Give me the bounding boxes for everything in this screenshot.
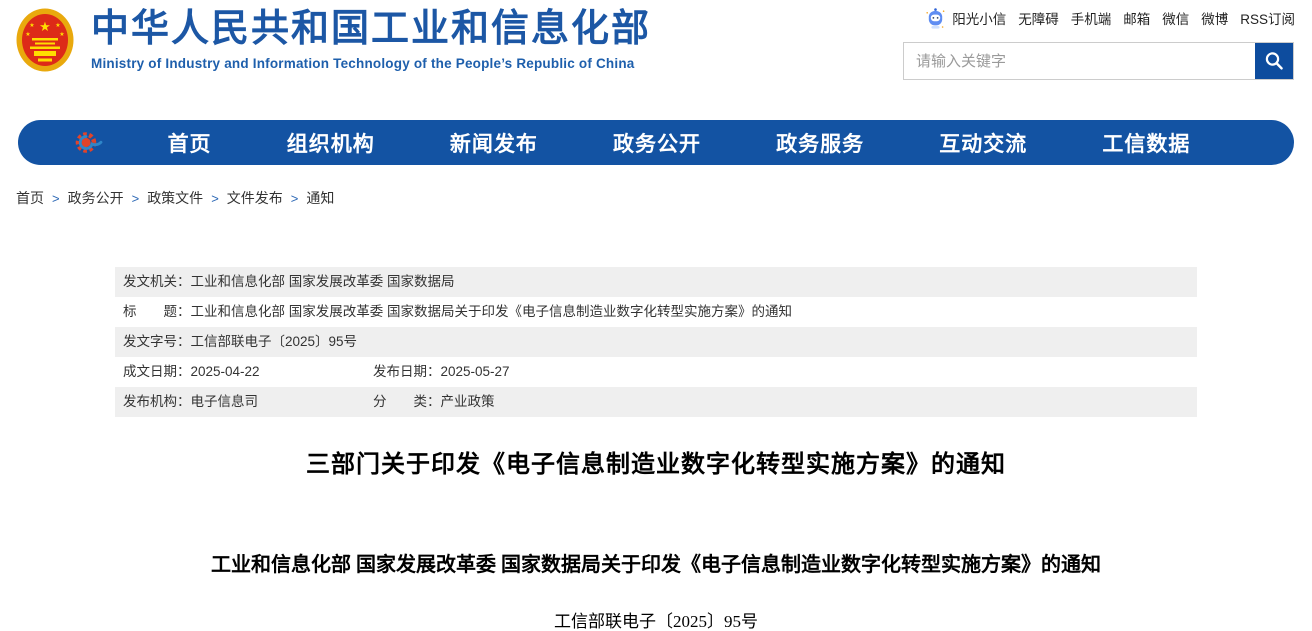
breadcrumb-item-policy-files[interactable]: 政策文件 xyxy=(147,188,203,208)
svg-text:★: ★ xyxy=(39,19,51,34)
quick-link-wechat[interactable]: 微信 xyxy=(1162,8,1189,28)
nav-items: 首页 组织机构 新闻发布 政务公开 政务服务 互动交流 工信数据 xyxy=(130,128,1228,158)
nav-item-home[interactable]: 首页 xyxy=(168,128,212,158)
quick-link-weibo[interactable]: 微博 xyxy=(1201,8,1228,28)
meta-value: 工信部联电子〔2025〕95号 xyxy=(191,327,358,357)
nav-item-miit-data[interactable]: 工信数据 xyxy=(1102,128,1190,158)
meta-label: 发文字号： xyxy=(123,327,191,357)
nav-item-gov-open[interactable]: 政务公开 xyxy=(613,128,701,158)
quick-link-yangguang-xiaoxin[interactable]: 阳光小信 xyxy=(952,8,1006,28)
meta-row-issuing-agency: 发文机关：工业和信息化部 国家发展改革委 国家数据局 xyxy=(115,267,1197,297)
breadcrumb-item-home[interactable]: 首页 xyxy=(16,188,44,208)
quick-link-accessibility[interactable]: 无障碍 xyxy=(1018,8,1059,28)
mascot-icon[interactable] xyxy=(925,7,946,30)
article-doc-number: 工信部联电子〔2025〕95号 xyxy=(0,607,1312,631)
meta-row-publisher-category: 发布机构：电子信息司 分 类：产业政策 xyxy=(115,387,1197,417)
meta-cell: 发布机构：电子信息司 xyxy=(123,387,373,417)
meta-value: 工业和信息化部 国家发展改革委 国家数据局关于印发《电子信息制造业数字化转型实施… xyxy=(191,297,793,327)
meta-label: 标 题： xyxy=(123,297,191,327)
page: ★ ★ ★ ★ ★ 中华人民共和国工业和信息化部 Ministry of Ind… xyxy=(0,0,1312,631)
meta-cell: 发布日期：2025-05-27 xyxy=(373,357,510,387)
svg-text:★: ★ xyxy=(55,22,60,29)
svg-text:★: ★ xyxy=(59,31,64,38)
meta-cell: 成文日期：2025-04-22 xyxy=(123,357,373,387)
nav-item-interaction[interactable]: 互动交流 xyxy=(939,128,1027,158)
nav-item-gov-services[interactable]: 政务服务 xyxy=(776,128,864,158)
site-titles: 中华人民共和国工业和信息化部 Ministry of Industry and … xyxy=(91,8,651,71)
document-meta-table: 发文机关：工业和信息化部 国家发展改革委 国家数据局 标 题：工业和信息化部 国… xyxy=(115,267,1197,417)
search-icon xyxy=(1263,50,1285,72)
svg-text:★: ★ xyxy=(29,22,34,29)
nav-item-news[interactable]: 新闻发布 xyxy=(450,128,538,158)
meta-cell: 分 类：产业政策 xyxy=(373,387,495,417)
breadcrumb-item-notice-current: 通知 xyxy=(306,188,334,208)
breadcrumb-item-file-release[interactable]: 文件发布 xyxy=(227,188,283,208)
svg-text:★: ★ xyxy=(25,31,30,38)
quick-links: 阳光小信 无障碍 手机端 邮箱 微信 微博 RSS订阅 xyxy=(925,7,1295,29)
breadcrumb: 首页 > 政务公开 > 政策文件 > 文件发布 > 通知 xyxy=(16,188,334,208)
breadcrumb-separator: > xyxy=(291,191,299,206)
article-subtitle: 工业和信息化部 国家发展改革委 国家数据局关于印发《电子信息制造业数字化转型实施… xyxy=(0,548,1312,577)
breadcrumb-separator: > xyxy=(132,191,140,206)
search-bar xyxy=(903,42,1294,80)
breadcrumb-separator: > xyxy=(52,191,60,206)
site-logo-link[interactable]: ★ ★ ★ ★ ★ 中华人民共和国工业和信息化部 Ministry of Ind… xyxy=(16,8,651,72)
breadcrumb-item-gov-open[interactable]: 政务公开 xyxy=(68,188,124,208)
miit-logo-icon[interactable] xyxy=(73,127,104,158)
meta-row-doc-number: 发文字号：工信部联电子〔2025〕95号 xyxy=(115,327,1197,357)
site-title: 中华人民共和国工业和信息化部 xyxy=(91,8,651,51)
meta-value: 工业和信息化部 国家发展改革委 国家数据局 xyxy=(191,267,455,297)
meta-label: 发文机关： xyxy=(123,267,191,297)
search-input[interactable] xyxy=(904,43,1255,79)
search-button[interactable] xyxy=(1255,43,1293,79)
quick-link-mail[interactable]: 邮箱 xyxy=(1123,8,1150,28)
national-emblem-icon: ★ ★ ★ ★ ★ xyxy=(16,8,74,72)
meta-row-title: 标 题：工业和信息化部 国家发展改革委 国家数据局关于印发《电子信息制造业数字化… xyxy=(115,297,1197,327)
breadcrumb-separator: > xyxy=(211,191,219,206)
main-nav: 首页 组织机构 新闻发布 政务公开 政务服务 互动交流 工信数据 xyxy=(18,120,1294,165)
site-subtitle-en: Ministry of Industry and Information Tec… xyxy=(91,56,651,71)
meta-row-dates: 成文日期：2025-04-22 发布日期：2025-05-27 xyxy=(115,357,1197,387)
nav-item-organization[interactable]: 组织机构 xyxy=(287,128,375,158)
quick-link-mobile[interactable]: 手机端 xyxy=(1071,8,1112,28)
article-title: 三部门关于印发《电子信息制造业数字化转型实施方案》的通知 xyxy=(0,444,1312,479)
quick-link-rss[interactable]: RSS订阅 xyxy=(1240,8,1295,28)
